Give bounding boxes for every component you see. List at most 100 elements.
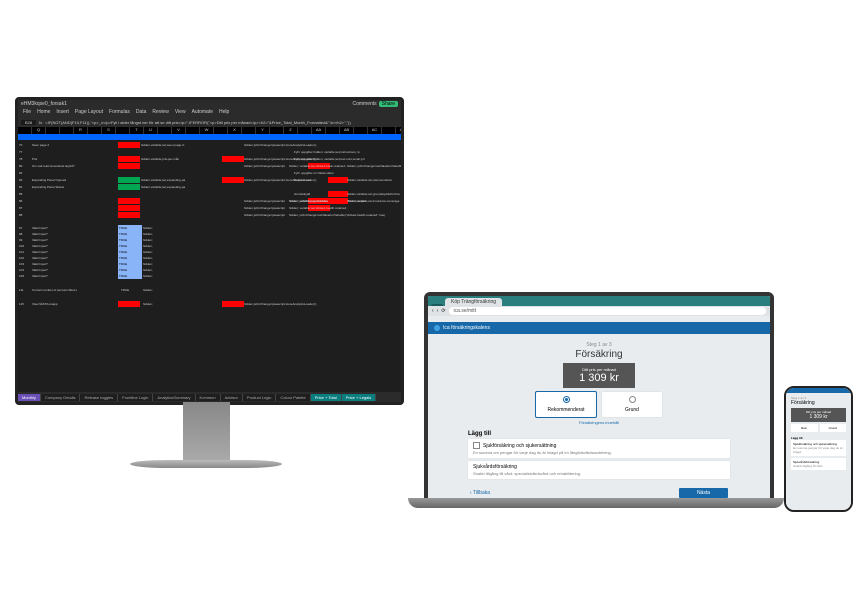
col-header[interactable]: X [228,127,242,134]
flag-red[interactable] [328,198,348,204]
sheet-tab[interactable]: Product Logic [243,394,276,401]
flag-red[interactable] [118,163,140,169]
cell-text[interactable]: hidden; variable;set;clicked-health-reta… [288,205,395,211]
cell-text[interactable]: hidden; jsOnChange=setValueForVariable("… [288,212,400,218]
share-button[interactable]: Share [379,101,398,107]
row-label[interactable]: Valid Input? [31,273,118,279]
row-label[interactable] [31,198,118,204]
col-header[interactable]: Z [284,127,298,134]
row-label[interactable]: Correct number of persons filled o [31,287,121,293]
menu-view[interactable]: View [175,109,186,117]
row-label[interactable] [31,205,118,211]
sheet-tab[interactable]: Release toggles [80,394,118,401]
cell-reference-box[interactable]: B28 [21,120,36,125]
col-header[interactable] [116,127,130,134]
col-header[interactable]: U [144,127,158,134]
row-label[interactable]: Om valt rekommenderat skydd? [31,163,118,169]
col-header[interactable] [88,127,102,134]
forward-icon[interactable]: › [437,308,439,314]
cell-text[interactable]: hidden;jsOnChange=javascript;storeAnalyt… [243,142,345,148]
col-header[interactable]: AC [368,127,382,134]
back-icon[interactable]: ‹ [432,308,434,314]
flag-red[interactable] [328,191,348,197]
true-cell[interactable]: TRUE [118,273,142,279]
col-header[interactable]: V [172,127,186,134]
cell-text[interactable]: hidden;variable;set;expanding-pa [140,177,222,183]
menu-insert[interactable]: Insert [56,109,69,117]
back-link[interactable]: ‹ Tillbaka [470,490,490,496]
col-header[interactable]: T [130,127,144,134]
phone-option-basic[interactable]: Grund [820,424,847,432]
phone-addon-1[interactable]: Sjukförsäkring och sjukersättning En sum… [791,440,846,456]
flag-red[interactable] [222,177,244,183]
option-basic[interactable]: Grund [602,392,662,417]
col-header[interactable]: W [200,127,214,134]
cell-text[interactable]: hidden;variable;set;insurance-coverage [346,198,401,204]
menu-review[interactable]: Review [152,109,168,117]
col-header[interactable]: AD [396,127,404,134]
sheet-tab[interactable]: Kommun [196,394,221,401]
menu-pagelayout[interactable]: Page Layout [75,109,103,117]
cell-text[interactable]: Fyll i uppgifter hidden; variable;set;in… [293,149,365,155]
col-header[interactable]: AA [312,127,326,134]
row-label[interactable] [31,149,118,155]
flag-red[interactable] [222,301,244,307]
sheet-tab[interactable]: Price + Legals [342,394,376,401]
row-number[interactable]: 87 [18,205,32,211]
row-number[interactable]: 85 [18,191,32,197]
row-number[interactable]: 115 [18,301,32,307]
cell-text[interactable]: hidden;variable;set;rekomenderat [346,177,401,183]
row-number[interactable]: 86 [18,198,32,204]
addon-item-1[interactable]: Sjukförsäkring och sjukersättning En sum… [468,439,730,458]
flag-red[interactable] [118,142,140,148]
sheet-tab[interactable]: Monthly [18,394,41,401]
comments-button[interactable]: Comments [352,101,376,107]
row-label[interactable]: Expanding Panel Status [31,184,118,190]
flag-red[interactable] [328,177,348,183]
cell-text[interactable]: hidden;variable;pris-per-mån [140,156,222,162]
phone-addon-2[interactable]: Sjukvårdsförsäkring Snabb tillgång till … [791,458,846,470]
browser-tab-active[interactable]: Köp Trängförsäkring [445,298,502,306]
checkbox-icon[interactable] [473,442,480,449]
row-label[interactable] [31,191,118,197]
row-number[interactable]: 105 [18,273,32,279]
row-number[interactable]: 88 [18,212,32,218]
row-number[interactable]: 82 [18,170,32,176]
flag-green[interactable] [118,177,140,183]
flag-red[interactable] [118,205,140,211]
cell-text[interactable]: Fyll i uppgifter hidden; variable;set;te… [293,156,365,162]
flag-red[interactable] [118,156,140,162]
row-number[interactable]: 83 [18,177,32,183]
next-button[interactable]: Nästa [679,488,728,498]
address-bar[interactable]: ica.se/mitt [449,307,766,315]
cell-text[interactable]: hidden; jsOnChange=setValueForVariable("… [346,163,401,169]
col-header[interactable]: R [74,127,88,134]
col-header[interactable] [158,127,172,134]
col-header[interactable] [46,127,60,134]
cell-text[interactable]: hidden;variable;set;expanding-pa [140,184,222,190]
sheet-tab[interactable]: Frontline Logic [118,394,153,401]
phone-option-recommended[interactable]: Rek. [791,424,818,432]
col-header[interactable]: AB [340,127,354,134]
cell-text[interactable]: hidden;variable;set;grundskyddsOnCha [346,191,401,197]
flag-red[interactable] [118,212,140,218]
row-number[interactable]: 84 [18,184,32,190]
col-header[interactable] [326,127,340,134]
sheet-tab[interactable]: Company Details [41,394,80,401]
row-label[interactable] [31,170,118,176]
row-label[interactable]: Seen page 2 [31,142,118,148]
cell-text[interactable]: Fyll i uppgifter on Nästa sidan [293,170,365,176]
row-number[interactable]: 80 [18,163,32,169]
option-recommended[interactable]: Rekommenderat [536,392,596,417]
col-header[interactable]: Q [32,127,46,134]
flag-red[interactable] [118,198,140,204]
row-number[interactable]: 78 [18,156,32,162]
flag-red[interactable] [118,301,140,307]
details-link[interactable]: Försäkringens innehåll [579,420,619,425]
col-header[interactable] [270,127,284,134]
col-header[interactable] [382,127,396,134]
reload-icon[interactable]: ⟳ [441,308,445,314]
formula-input[interactable]: =IF(NOT(AND(F10,F11)),"<p>_x</p>Fyll i a… [45,120,398,125]
row-number[interactable]: 70 [18,142,32,148]
col-header[interactable] [186,127,200,134]
